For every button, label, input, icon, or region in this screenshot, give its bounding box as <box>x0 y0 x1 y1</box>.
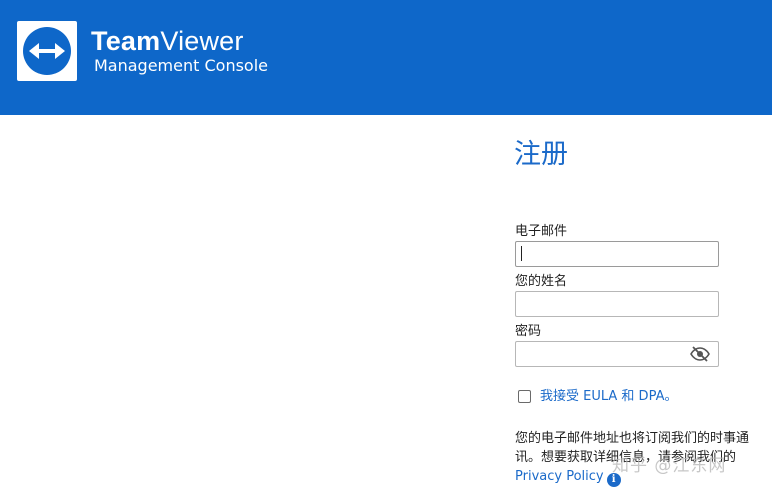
email-field[interactable] <box>515 241 719 267</box>
teamviewer-logo-icon <box>23 27 71 75</box>
password-label: 密码 <box>515 324 542 339</box>
agree-checkbox[interactable] <box>518 390 531 403</box>
eye-slash-icon <box>690 346 710 362</box>
agree-link[interactable]: 我接受 EULA 和 DPA。 <box>540 389 677 405</box>
brand-name-regular: Viewer <box>160 26 244 56</box>
page-title: 注册 <box>514 139 568 170</box>
privacy-policy-link[interactable]: Privacy Policy <box>515 469 604 484</box>
text-caret <box>521 246 522 261</box>
brand-name-bold: Team <box>91 26 161 56</box>
app-header: TeamViewer Management Console <box>0 0 772 115</box>
watermark: 知乎 @江东网 <box>612 456 727 476</box>
brand-name: TeamViewer <box>91 25 244 57</box>
email-label: 电子邮件 <box>515 224 568 239</box>
brand-subtitle: Management Console <box>94 56 268 75</box>
name-field[interactable] <box>515 291 719 317</box>
show-password-button[interactable] <box>689 345 711 363</box>
name-label: 您的姓名 <box>515 274 568 289</box>
teamviewer-logo <box>17 21 77 81</box>
